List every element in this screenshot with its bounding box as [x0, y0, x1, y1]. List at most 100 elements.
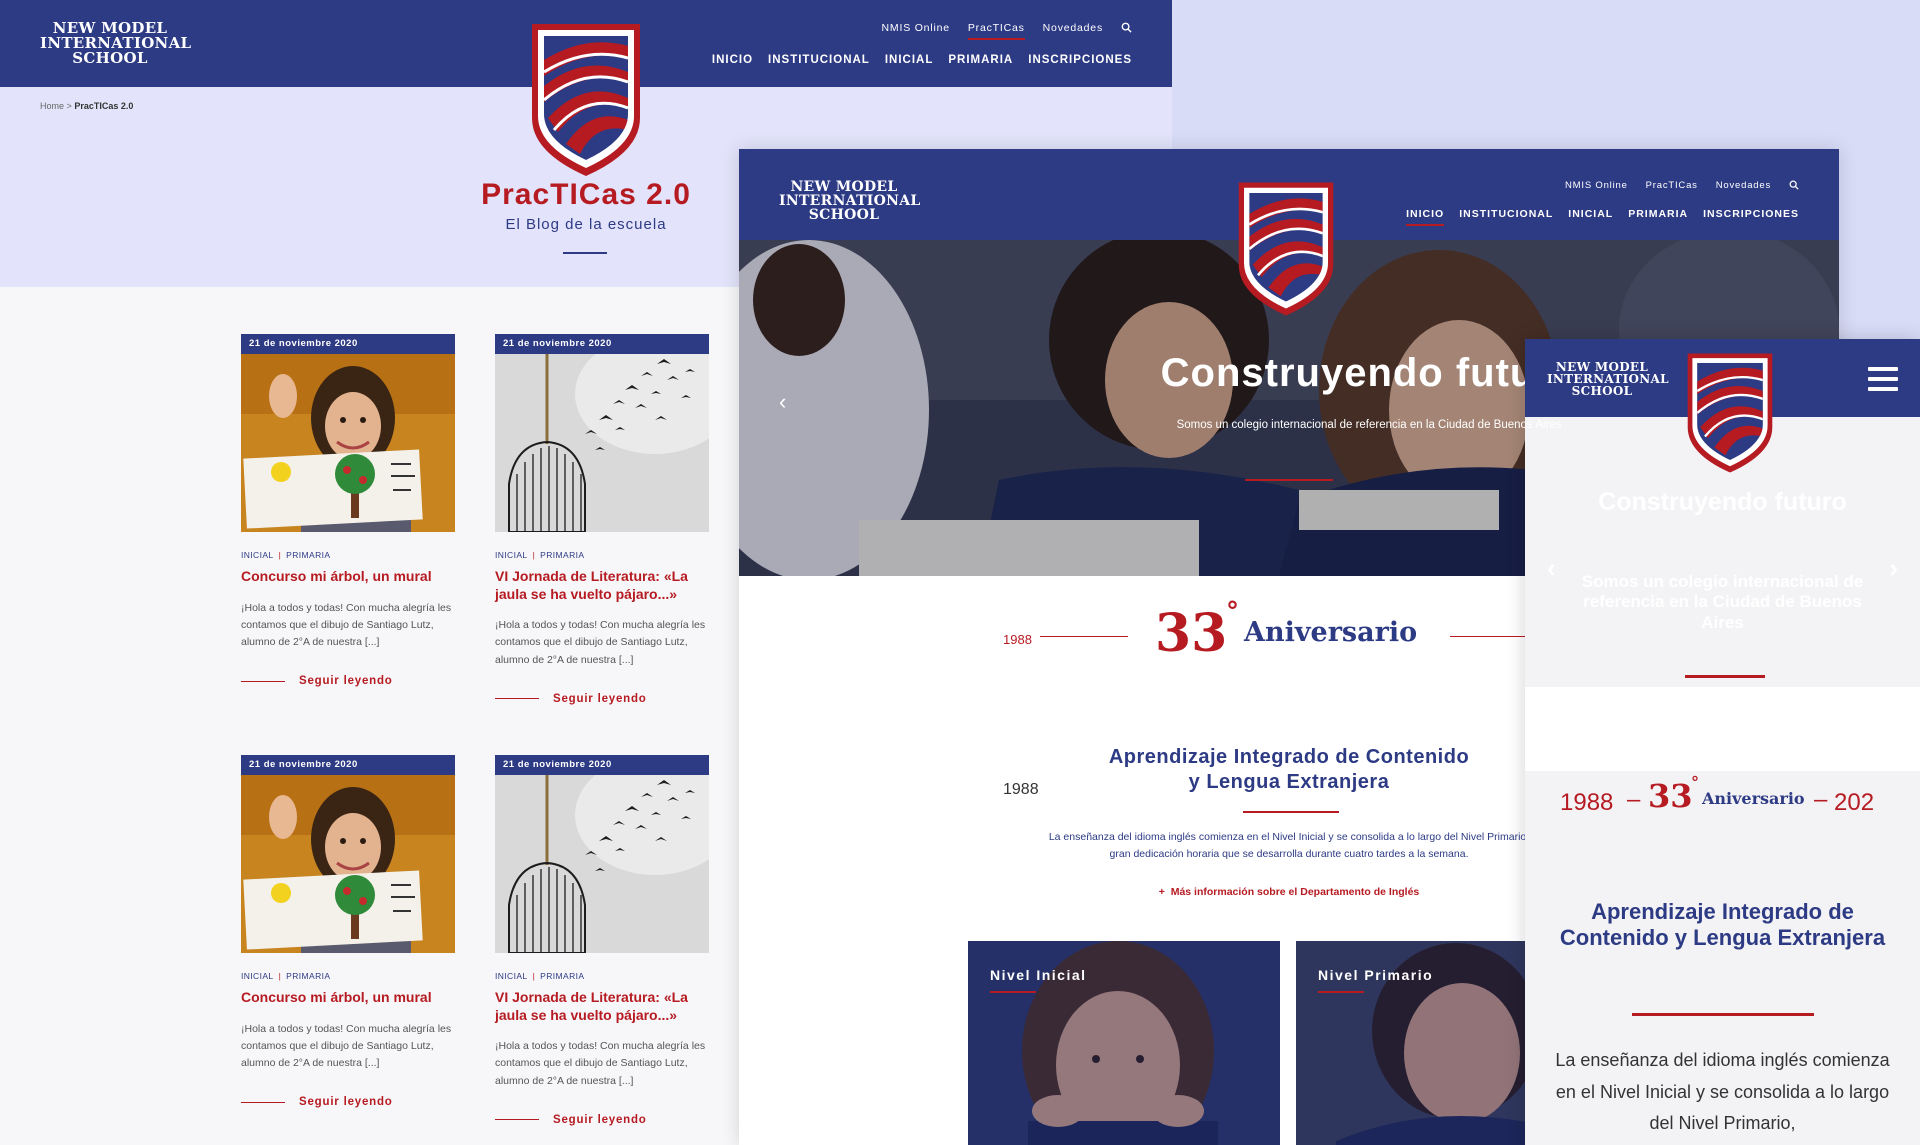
category-link[interactable]: PRIMARIA: [540, 971, 584, 981]
read-more-label: Seguir leyendo: [553, 1113, 647, 1126]
blog-card: 21 de noviembre 2020 INICIAL | PRIMARIA Co…: [241, 334, 455, 687]
hero-divider: [1685, 675, 1765, 678]
read-more-link[interactable]: Seguir leyendo: [241, 675, 455, 687]
nav-link-primaria[interactable]: PRIMARIA: [1628, 208, 1688, 220]
read-more-link[interactable]: Seguir leyendo: [495, 1114, 709, 1126]
blog-card: 21 de noviembre 2020 INICIAL | PRIMARIA VI…: [495, 755, 709, 1126]
anniversary-year-start: 1988: [1560, 789, 1614, 816]
nav-link-inicio[interactable]: INICIO: [1406, 208, 1445, 226]
breadcrumb-separator: >: [66, 101, 72, 111]
anniversary-number: 33: [1155, 603, 1228, 664]
chevron-left-icon[interactable]: ‹: [779, 389, 786, 415]
read-more-link[interactable]: Seguir leyendo: [241, 1096, 455, 1108]
anniversary-degree: °: [1691, 773, 1699, 792]
chevron-left-icon[interactable]: ‹: [1547, 553, 1556, 584]
category-link[interactable]: INICIAL: [495, 971, 528, 981]
anniversary-dash-right: –: [1814, 786, 1828, 813]
hero-title: Construyendo futuro: [1598, 488, 1847, 516]
post-categories: INICIAL | PRIMARIA: [495, 971, 585, 981]
nav-link-practicas[interactable]: PracTICas: [967, 22, 1025, 40]
post-excerpt: ¡Hola a todos y todas! Con mucha alegría…: [241, 601, 452, 649]
blog-card: 21 de noviembre 2020 INICIAL | PRIMARIA Co…: [241, 755, 455, 1108]
anniversary-year-end: 202: [1834, 789, 1875, 816]
nav-link-inicial[interactable]: INICIAL: [1568, 208, 1613, 220]
post-image-kid-drawing: [241, 334, 455, 532]
anniversary-dash-left: –: [1627, 786, 1641, 813]
main-nav: INICIO INSTITUCIONAL INICIAL PRIMARIA IN…: [712, 54, 1132, 66]
post-title[interactable]: VI Jornada de Literatura: «La jaula se h…: [495, 989, 709, 1024]
read-more-label: Seguir leyendo: [299, 675, 393, 688]
section-text: La enseñanza del idioma inglés comienza …: [1555, 1050, 1890, 1133]
nav-link-institucional[interactable]: INSTITUCIONAL: [1459, 208, 1553, 220]
level-label: Nivel Inicial: [990, 967, 1087, 983]
nav-link-inicial[interactable]: INICIAL: [885, 54, 934, 66]
post-categories: INICIAL | PRIMARIA: [241, 550, 331, 560]
anniversary-number: 33: [1648, 777, 1693, 815]
hero-subtitle: Somos un colegio internacional de refere…: [1581, 572, 1864, 632]
site-logo[interactable]: NEW MODEL INTERNATIONAL SCHOOL: [40, 21, 191, 67]
main-nav: INICIO INSTITUCIONAL INICIAL PRIMARIA IN…: [1406, 208, 1799, 226]
anniversary-line-left: [1040, 636, 1128, 637]
blog-card: 21 de noviembre 2020 INICIAL | PRIMARIA VI…: [495, 334, 709, 705]
nav-link-inscripciones[interactable]: INSCRIPCIONES: [1703, 208, 1799, 220]
school-crest-logo[interactable]: [526, 20, 646, 180]
category-link[interactable]: INICIAL: [241, 550, 274, 560]
more-info-label: Más información sobre el Departamento de…: [1170, 886, 1420, 898]
post-title[interactable]: Concurso mi árbol, un mural: [241, 989, 455, 1007]
post-image-kid-drawing: [241, 755, 455, 953]
post-excerpt: ¡Hola a todos y todas! Con mucha alegría…: [495, 1040, 706, 1087]
post-image[interactable]: 21 de noviembre 2020: [495, 334, 709, 532]
search-icon[interactable]: [1121, 22, 1132, 33]
read-more-label: Seguir leyendo: [553, 692, 647, 705]
breadcrumb-current: PracTICas 2.0: [74, 101, 134, 111]
post-date: 21 de noviembre 2020: [495, 755, 709, 775]
anniversary-word: Aniversario: [1702, 789, 1805, 808]
nav-link-primaria[interactable]: PRIMARIA: [948, 54, 1013, 66]
nav-link-inscripciones[interactable]: INSCRIPCIONES: [1028, 54, 1132, 66]
section-text: La enseñanza del idioma inglés comienza …: [989, 829, 1589, 864]
section-title-line: y Lengua Extranjera: [1188, 771, 1390, 793]
logo-line: SCHOOL: [808, 207, 880, 223]
logo-line: SCHOOL: [72, 49, 148, 67]
search-icon[interactable]: [1789, 180, 1799, 190]
section-title: Aprendizaje Integrado de Contenido y Len…: [989, 745, 1589, 795]
site-logo[interactable]: NEW MODEL INTERNATIONAL SCHOOL: [779, 180, 920, 223]
post-categories: INICIAL | PRIMARIA: [241, 971, 331, 981]
post-image[interactable]: 21 de noviembre 2020: [495, 755, 709, 953]
breadcrumb-home[interactable]: Home: [40, 101, 64, 111]
school-crest-logo[interactable]: [1683, 349, 1777, 477]
level-underline: [990, 991, 1036, 993]
nav-link-novedades[interactable]: Novedades: [1716, 180, 1771, 191]
post-date: 21 de noviembre 2020: [241, 334, 455, 354]
category-link[interactable]: PRIMARIA: [286, 971, 330, 981]
post-image-bird-cage: [495, 755, 709, 953]
nav-link-novedades[interactable]: Novedades: [1043, 22, 1103, 34]
post-image-bird-cage: [495, 334, 709, 532]
nav-link-nmis-online[interactable]: NMIS Online: [882, 22, 950, 34]
read-more-link[interactable]: Seguir leyendo: [495, 693, 709, 705]
school-crest-logo[interactable]: [1233, 179, 1339, 319]
section-divider: [1632, 1013, 1814, 1016]
category-link[interactable]: INICIAL: [241, 971, 274, 981]
logo-line: SCHOOL: [1571, 384, 1633, 398]
post-title[interactable]: VI Jornada de Literatura: «La jaula se h…: [495, 568, 709, 603]
anniversary-line-right: [1450, 636, 1530, 637]
top-nav: NMIS Online PracTICas Novedades: [1565, 180, 1799, 191]
category-link[interactable]: INICIAL: [495, 550, 528, 560]
nav-link-nmis-online[interactable]: NMIS Online: [1565, 180, 1628, 191]
hamburger-menu-icon[interactable]: [1868, 367, 1898, 391]
post-image[interactable]: 21 de noviembre 2020: [241, 755, 455, 953]
post-title[interactable]: Concurso mi árbol, un mural: [241, 568, 455, 586]
category-link[interactable]: PRIMARIA: [540, 550, 584, 560]
post-image[interactable]: 21 de noviembre 2020: [241, 334, 455, 532]
nav-link-inicio[interactable]: INICIO: [712, 54, 753, 66]
more-info-link[interactable]: + Más información sobre el Departamento …: [1069, 886, 1509, 898]
level-card-inicial[interactable]: Nivel Inicial: [968, 941, 1280, 1145]
read-more-label: Seguir leyendo: [299, 1096, 393, 1109]
nav-link-practicas[interactable]: PracTICas: [1646, 180, 1698, 191]
site-logo[interactable]: NEW MODEL INTERNATIONAL SCHOOL: [1547, 361, 1669, 398]
category-link[interactable]: PRIMARIA: [286, 550, 330, 560]
nav-link-institucional[interactable]: INSTITUCIONAL: [768, 54, 870, 66]
post-excerpt: ¡Hola a todos y todas! Con mucha alegría…: [495, 619, 706, 666]
chevron-right-icon[interactable]: ›: [1889, 553, 1898, 584]
